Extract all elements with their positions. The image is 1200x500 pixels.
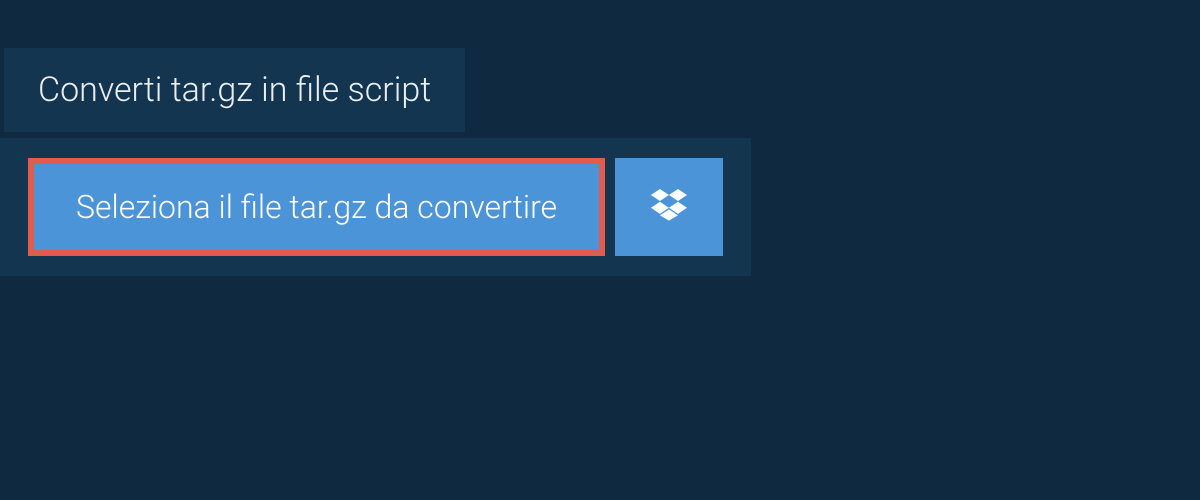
select-file-label: Seleziona il file tar.gz da convertire: [76, 188, 557, 226]
select-file-button[interactable]: Seleziona il file tar.gz da convertire: [28, 158, 605, 256]
dropbox-button[interactable]: [615, 158, 723, 256]
file-action-panel: Seleziona il file tar.gz da convertire: [0, 138, 751, 276]
dropbox-icon: [650, 186, 688, 228]
page-title: Converti tar.gz in file script: [4, 48, 465, 132]
